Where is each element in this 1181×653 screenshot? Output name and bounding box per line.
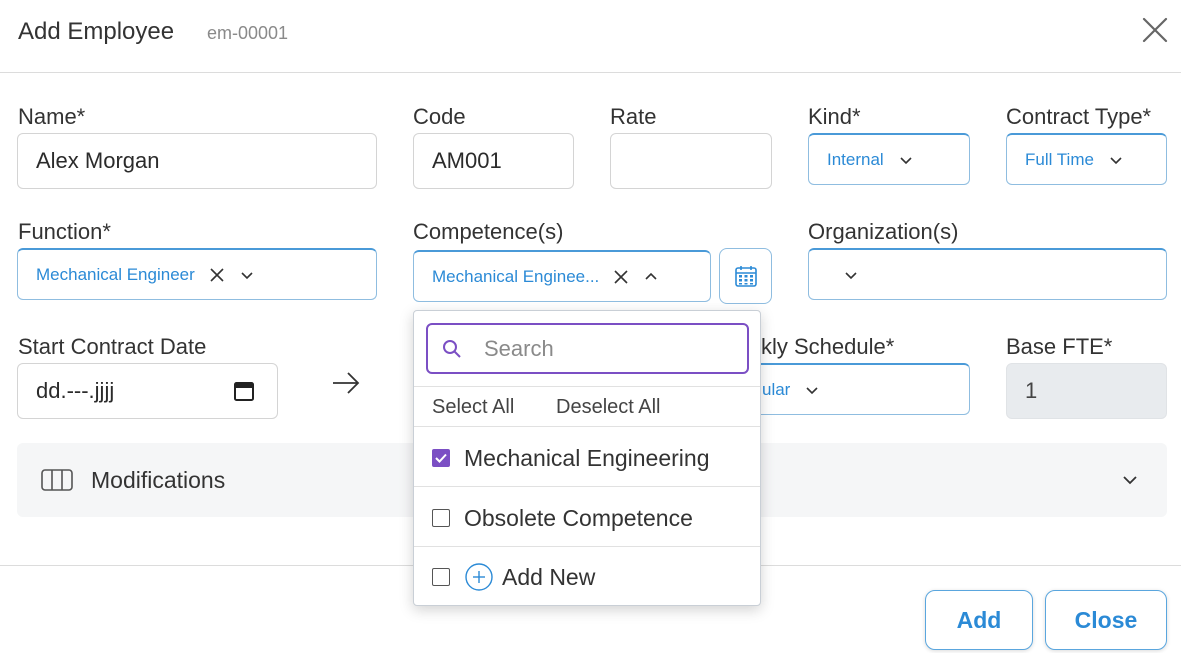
start-contract-date-input[interactable]: dd.---.jjjj (17, 363, 278, 419)
base-fte-input: 1 (1006, 363, 1167, 419)
competences-dropdown: Search Select All Deselect All Mechanica… (413, 310, 761, 606)
base-fte-label: Base FTE* (1006, 334, 1113, 359)
competences-label: Competence(s) (413, 219, 564, 244)
select-all-link[interactable]: Select All (432, 396, 514, 419)
list-item[interactable]: Mechanical Engineering (432, 443, 710, 473)
modifications-label: Modifications (91, 467, 226, 493)
search-input[interactable]: Search (426, 323, 749, 374)
chevron-down-icon (845, 271, 857, 279)
weekly-schedule-value: ular (762, 379, 791, 399)
chevron-up-icon (645, 272, 657, 280)
search-icon (443, 339, 461, 358)
function-label: Function* (18, 219, 111, 244)
divider (414, 486, 760, 487)
name-value: Alex Morgan (36, 148, 160, 173)
list-item[interactable]: Obsolete Competence (432, 503, 693, 533)
dialog-title: Add Employee (18, 18, 175, 45)
option-label: Mechanical Engineering (464, 444, 710, 471)
function-value: Mechanical Engineer (36, 264, 195, 284)
add-button[interactable]: Add (925, 590, 1033, 650)
add-new-item[interactable]: Add New (432, 562, 595, 592)
chevron-down-icon (806, 386, 818, 394)
clear-icon[interactable] (613, 269, 629, 285)
organizations-label: Organization(s) (808, 219, 959, 244)
calendar-button[interactable] (719, 248, 772, 304)
divider (414, 426, 760, 427)
search-placeholder: Search (484, 335, 554, 361)
contract-type-label: Contract Type* (1006, 104, 1152, 129)
add-new-label: Add New (502, 563, 596, 590)
columns-icon (41, 469, 73, 491)
plus-circle-icon (465, 563, 493, 591)
code-value: AM001 (432, 148, 502, 173)
calendar-icon (734, 266, 757, 287)
chevron-down-icon (241, 271, 253, 279)
close-icon[interactable] (1139, 14, 1171, 46)
close-button[interactable]: Close (1045, 590, 1167, 650)
start-contract-date-value: dd.---.jjjj (36, 378, 115, 403)
code-input[interactable]: AM001 (413, 133, 574, 189)
weekly-schedule-label: kly Schedule* (761, 334, 895, 359)
function-select[interactable]: Mechanical Engineer (17, 248, 377, 300)
kind-value: Internal (827, 149, 884, 169)
name-input[interactable]: Alex Morgan (17, 133, 377, 189)
checkbox[interactable] (432, 568, 450, 586)
clear-icon[interactable] (209, 267, 225, 283)
rate-label: Rate (610, 104, 657, 129)
divider (414, 386, 760, 387)
contract-type-value: Full Time (1025, 149, 1094, 169)
kind-select[interactable]: Internal (808, 133, 970, 185)
weekly-schedule-select[interactable]: ular (740, 363, 970, 415)
chevron-down-icon (900, 156, 912, 164)
check-icon (435, 453, 447, 463)
base-fte-value: 1 (1025, 378, 1038, 403)
dialog-subtitle: em-00001 (207, 23, 289, 43)
organizations-select[interactable] (808, 248, 1167, 300)
divider (414, 546, 760, 547)
rate-input[interactable] (610, 133, 772, 189)
name-label: Name* (18, 104, 86, 129)
chevron-down-icon (1110, 156, 1122, 164)
kind-label: Kind* (808, 104, 861, 129)
checkbox-checked[interactable] (432, 449, 450, 467)
chevron-down-icon (1123, 476, 1137, 485)
option-label: Obsolete Competence (464, 504, 693, 531)
calendar-icon[interactable] (233, 380, 255, 402)
deselect-all-link[interactable]: Deselect All (556, 396, 661, 419)
code-label: Code (413, 104, 466, 129)
checkbox[interactable] (432, 509, 450, 527)
contract-type-select[interactable]: Full Time (1006, 133, 1167, 185)
competences-value: Mechanical Enginee... (432, 266, 600, 286)
arrow-right-icon (333, 372, 360, 394)
competences-select[interactable]: Mechanical Enginee... (413, 250, 711, 302)
dialog-header: Add Employee em-00001 (0, 0, 1181, 73)
start-contract-date-label: Start Contract Date (18, 334, 207, 359)
